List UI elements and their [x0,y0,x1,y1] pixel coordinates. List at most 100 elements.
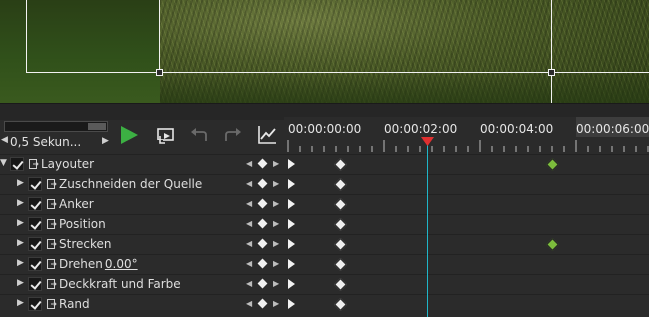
playhead-marker-icon[interactable] [421,137,434,147]
keyframe-lane[interactable] [284,175,649,195]
zoom-prev-icon[interactable]: ◀ [1,135,8,145]
keyframe-marker[interactable] [334,158,347,171]
next-keyframe-icon[interactable]: ▶ [273,299,279,308]
expand-icon[interactable]: ▶ [17,278,24,288]
keyframe-marker[interactable] [334,238,347,251]
expand-icon[interactable]: ▶ [17,178,24,188]
crop-frame-right-edge[interactable] [159,0,160,73]
track-row[interactable]: ▶ Deckkraft und Farbe ◀ ▶ [0,274,649,294]
prev-keyframe-icon[interactable]: ◀ [246,299,252,308]
collapse-icon[interactable]: ▼ [0,158,7,168]
zoom-slider-thumb[interactable] [88,123,106,130]
expand-icon[interactable]: ▶ [17,298,24,308]
track-row[interactable]: ▼ Layouter ◀ ▶ [0,154,649,174]
keyframe-marker[interactable] [334,178,347,191]
zoom-next-icon[interactable]: ▶ [102,136,109,146]
expand-icon[interactable]: ▶ [17,238,24,248]
next-keyframe-icon[interactable]: ▶ [273,239,279,248]
track-enable-checkbox[interactable] [28,177,42,191]
effect-icon [47,239,57,249]
play-button[interactable] [118,124,140,146]
keyframe-lane[interactable] [284,215,649,235]
prev-keyframe-icon[interactable]: ◀ [246,219,252,228]
track-row[interactable]: ▶ Rand ◀ ▶ [0,294,649,314]
add-keyframe-icon[interactable] [257,218,268,229]
add-keyframe-icon[interactable] [257,258,268,269]
frame-corner-handle[interactable] [156,69,163,76]
effect-icon [47,299,57,309]
redo-icon [225,128,241,141]
next-keyframe-icon[interactable]: ▶ [273,199,279,208]
add-keyframe-icon[interactable] [257,198,268,209]
effect-icon [47,179,57,189]
keyframe-marker[interactable] [546,158,559,171]
preview-button[interactable] [155,124,177,146]
redo-button[interactable] [222,124,244,146]
next-keyframe-icon[interactable]: ▶ [273,159,279,168]
prev-keyframe-icon[interactable]: ◀ [246,159,252,168]
keyframe-marker[interactable] [334,298,347,311]
zoom-value[interactable]: 0,5 Sekun... [10,135,81,149]
keyframe-marker[interactable] [334,198,347,211]
track-value[interactable]: 0.00° [105,257,138,271]
add-keyframe-icon[interactable] [257,238,268,249]
keyframe-lane[interactable] [284,275,649,295]
frame-corner-handle[interactable] [548,69,555,76]
add-keyframe-icon[interactable] [257,158,268,169]
track-label: ▶ Drehen 0.00° ◀ ▶ [0,255,284,275]
keyframe-lane[interactable] [284,235,649,255]
playhead-line[interactable] [427,145,428,317]
prev-keyframe-icon[interactable]: ◀ [246,239,252,248]
expand-icon[interactable]: ▶ [17,198,24,208]
track-name: Rand [59,297,90,311]
track-enable-checkbox[interactable] [28,197,42,211]
crop-frame-bottom-edge[interactable] [26,72,160,73]
graph-button[interactable] [256,124,278,146]
zoom-slider[interactable] [4,121,108,132]
loop-preview-icon [157,128,174,144]
track-enable-checkbox[interactable] [28,237,42,251]
keyframe-marker[interactable] [334,278,347,291]
zoom-selector[interactable]: ◀ 0,5 Sekun... ▶ [0,135,112,151]
add-keyframe-icon[interactable] [257,298,268,309]
keyframe-marker[interactable] [546,238,559,251]
keyframe-lane[interactable] [284,255,649,275]
next-keyframe-icon[interactable]: ▶ [273,179,279,188]
track-row[interactable]: ▶ Strecken ◀ ▶ [0,234,649,254]
expand-icon[interactable]: ▶ [17,258,24,268]
keyframe-lane[interactable] [284,195,649,215]
keyframe-lane[interactable] [284,155,649,175]
undo-icon [191,128,207,141]
add-keyframe-icon[interactable] [257,278,268,289]
keyframe-lane[interactable] [284,295,649,315]
layout-frame-divider[interactable] [551,0,552,103]
prev-keyframe-icon[interactable]: ◀ [246,279,252,288]
undo-button[interactable] [188,124,210,146]
track-name: Deckkraft und Farbe [59,277,181,291]
track-row[interactable]: ▶ Zuschneiden der Quelle ◀ ▶ [0,174,649,194]
add-keyframe-icon[interactable] [257,178,268,189]
layout-frame-bottom-edge[interactable] [159,72,649,73]
keyframe-marker[interactable] [334,258,347,271]
keyframe-marker[interactable] [334,218,347,231]
expand-icon[interactable]: ▶ [17,218,24,228]
track-enable-checkbox[interactable] [10,157,24,171]
track-enable-checkbox[interactable] [28,297,42,311]
track-enable-checkbox[interactable] [28,257,42,271]
next-keyframe-icon[interactable]: ▶ [273,219,279,228]
timecode-label: 00:00:04:00 [480,122,554,136]
next-keyframe-icon[interactable]: ▶ [273,279,279,288]
track-name: Zuschneiden der Quelle [59,177,202,191]
track-row[interactable]: ▶ Drehen 0.00° ◀ ▶ [0,254,649,274]
prev-keyframe-icon[interactable]: ◀ [246,199,252,208]
track-enable-checkbox[interactable] [28,277,42,291]
crop-frame-left-edge[interactable] [26,0,27,73]
prev-keyframe-icon[interactable]: ◀ [246,259,252,268]
track-row[interactable]: ▶ Position ◀ ▶ [0,214,649,234]
video-preview[interactable] [0,0,649,103]
lane-start-icon [288,299,295,309]
track-enable-checkbox[interactable] [28,217,42,231]
next-keyframe-icon[interactable]: ▶ [273,259,279,268]
prev-keyframe-icon[interactable]: ◀ [246,179,252,188]
track-row[interactable]: ▶ Anker ◀ ▶ [0,194,649,214]
